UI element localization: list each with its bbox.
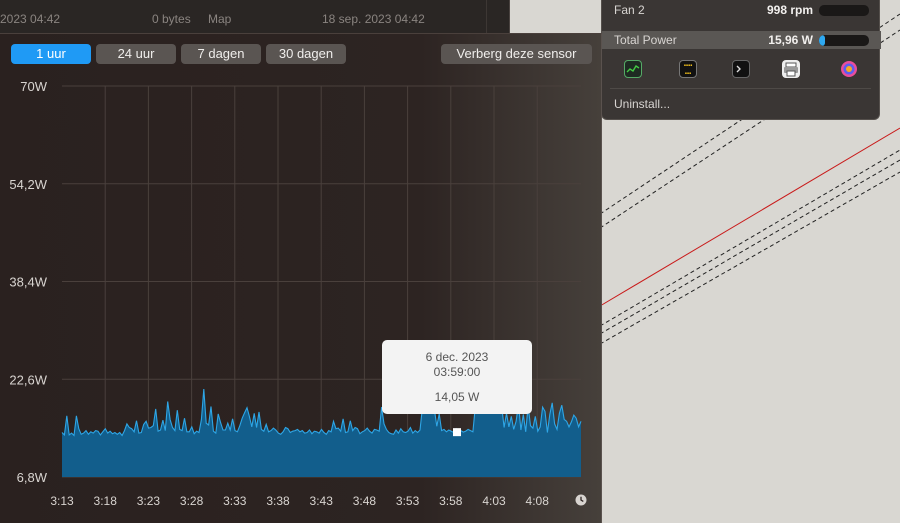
- app-icons-row: ▪▪▪▪ ▪▪▪: [602, 60, 881, 84]
- tab-1-hour[interactable]: 1 uur: [11, 44, 91, 64]
- finder-date-modified: 2023 04:42: [0, 12, 61, 26]
- x-tick-label: 3:43: [310, 494, 334, 508]
- activity-monitor-icon[interactable]: [624, 60, 642, 78]
- hide-sensor-button[interactable]: Verberg deze sensor: [441, 44, 592, 64]
- fan-value: 998 rpm: [766, 3, 813, 17]
- x-tick-label: 3:58: [439, 494, 463, 508]
- tab-24-hours[interactable]: 24 uur: [96, 44, 176, 64]
- y-tick-label: 70W: [20, 79, 47, 94]
- printer-app-icon[interactable]: [782, 60, 800, 78]
- x-tick-label: 4:08: [526, 494, 550, 508]
- total-power-bar: [819, 35, 869, 46]
- tab-7-days[interactable]: 7 dagen: [181, 44, 261, 64]
- hover-point-marker: [453, 428, 461, 437]
- x-tick-label: 3:53: [396, 494, 420, 508]
- total-power-label: Total Power: [614, 33, 677, 47]
- y-tick-label: 6,8W: [17, 470, 48, 485]
- widgets-app-icon[interactable]: ▪▪▪▪ ▪▪▪: [679, 60, 697, 78]
- finder-date-created: 18 sep. 2023 04:42: [322, 12, 425, 26]
- x-tick-label: 3:38: [266, 494, 290, 508]
- uninstall-menu-item[interactable]: Uninstall...: [614, 97, 670, 111]
- x-tick-label: 3:28: [180, 494, 204, 508]
- clock-icon[interactable]: [575, 494, 587, 506]
- x-tick-label: 3:33: [223, 494, 247, 508]
- total-power-value: 15,96 W: [768, 33, 813, 47]
- color-app-icon[interactable]: [840, 60, 858, 78]
- sensor-menu-popup: Fan 2 998 rpm Total Power 15,96 W ▪▪▪▪ ▪▪…: [601, 0, 881, 120]
- sensor-graph-panel: 70W 54,2W 38,4W 22,6W 6,8W 3:13 3:18 3:23 3:28 3:…: [0, 33, 602, 523]
- finder-file-row[interactable]: 2023 04:42 0 bytes Map 18 sep. 2023 04:4…: [0, 12, 500, 28]
- terminal-icon[interactable]: [732, 60, 750, 78]
- y-tick-label: 22,6W: [9, 372, 47, 387]
- y-tick-label: 38,4W: [9, 275, 47, 290]
- fan-label: Fan 2: [614, 3, 645, 17]
- x-tick-label: 3:13: [50, 494, 74, 508]
- x-tick-label: 3:23: [137, 494, 161, 508]
- tooltip-date: 6 dec. 2023: [425, 350, 489, 364]
- tooltip-value: 14,05 W: [434, 390, 480, 404]
- finder-file-kind: Map: [208, 12, 232, 26]
- fan-level-bar: [819, 5, 869, 16]
- tooltip-time: 03:59:00: [433, 365, 481, 379]
- power-history-chart: 70W 54,2W 38,4W 22,6W 6,8W3:13 3:18 3:23 3:28 3:…: [9, 79, 582, 508]
- y-tick-label: 54,2W: [9, 177, 47, 192]
- x-tick-label: 3:48: [353, 494, 377, 508]
- total-power-row[interactable]: Total Power 15,96 W: [602, 31, 881, 49]
- finder-file-size: 0 bytes: [152, 12, 191, 26]
- fan-sensor-row[interactable]: Fan 2 998 rpm: [602, 1, 881, 19]
- x-tick-label: 3:18: [94, 494, 118, 508]
- menu-divider: [610, 88, 871, 89]
- tab-30-days[interactable]: 30 dagen: [266, 44, 346, 64]
- chart-tooltip: 6 dec. 2023 03:59:00 14,05 W: [382, 340, 532, 414]
- total-power-bar-fill: [819, 35, 825, 46]
- x-tick-label: 4:03: [482, 494, 506, 508]
